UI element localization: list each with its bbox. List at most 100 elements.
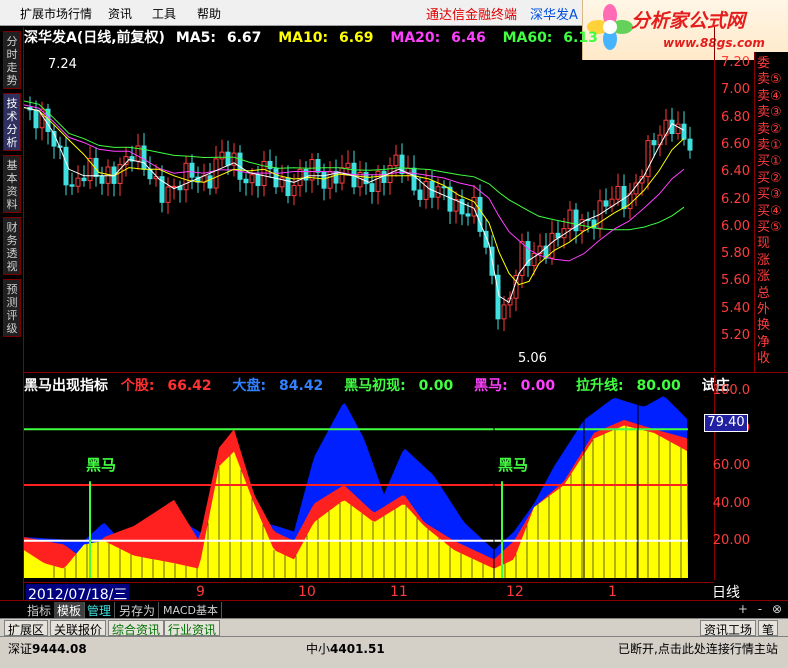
candle-body [33, 109, 39, 129]
indicator-lift-value: 80.00 [636, 378, 681, 394]
indicator-tick-label: 60.00 [712, 458, 750, 473]
tab-extended[interactable]: 扩展区 [4, 620, 49, 637]
zoom-controls: + - ⊗ [738, 602, 788, 616]
candle-body [171, 185, 177, 188]
tab-intraday[interactable]: 分时走势 [3, 31, 21, 89]
tab-forecast[interactable]: 预测评级 [3, 279, 21, 337]
price-axis: 7.20 7.00 6.80 6.60 6.40 6.20 6.00 5.80 5.60 5.40… [714, 27, 754, 372]
candle-body [465, 213, 471, 217]
tab-industry-news[interactable]: 行业资讯 [164, 620, 221, 637]
candle-body [207, 175, 213, 189]
sme-index-value: 4401.51 [330, 642, 385, 656]
tab-macd-basic[interactable]: MACD基本 [160, 602, 222, 618]
tab-fundamental[interactable]: 基本资料 [3, 155, 21, 213]
candle-body [183, 162, 189, 191]
candle-body [393, 154, 399, 167]
ma10-readout: MA10: 6.69 [278, 30, 379, 46]
candle-body [423, 180, 429, 200]
indicator-name: 黑马出现指标 [24, 378, 108, 394]
candle-body [603, 200, 609, 207]
candle-body [681, 123, 687, 140]
indicator-axis: 100.080.0060.0040.0020.00 [712, 375, 754, 580]
month-label: 10 [298, 584, 316, 600]
ma20-value: 6.46 [451, 30, 486, 46]
candle-body [339, 167, 345, 184]
connection-status[interactable]: 已断开,点击此处连接行情主站 [618, 640, 778, 656]
candlestick-plot [24, 96, 693, 331]
candle-body [501, 304, 507, 320]
indicator-plot: 黑马 黑马 [24, 392, 688, 578]
candle-body [315, 159, 321, 173]
period-label[interactable]: 日线 [712, 582, 740, 602]
tab-manage[interactable]: 管理 [84, 602, 116, 618]
candle-body [321, 171, 327, 189]
sme-index[interactable]: 中小4401.51 [306, 640, 385, 656]
candle-body [219, 151, 225, 160]
current-date: 2012/07/18/三 [26, 584, 130, 603]
price-tick-label: 5.40 [721, 300, 750, 316]
chart-mode: (日线,前复权) [76, 30, 165, 46]
zoom-out-button[interactable]: - [758, 602, 762, 616]
candle-body [459, 199, 465, 215]
indicator-chart[interactable]: 黑马 黑马 [24, 375, 714, 580]
menu-help[interactable]: 帮助 [197, 5, 221, 22]
candle-body [549, 232, 555, 259]
sz-index[interactable]: 深证9444.08 [8, 640, 87, 656]
menu-extended-market[interactable]: 扩展市场行情 [20, 5, 92, 22]
price-tick-label: 7.00 [721, 82, 750, 98]
zoom-in-button[interactable]: + [738, 602, 748, 616]
candlestick-chart[interactable]: 深华发A(日线,前复权) MA5: 6.67 MA10: 6.69 MA20: … [24, 27, 714, 372]
price-tick-label: 6.60 [721, 136, 750, 152]
tab-template[interactable]: 模板 [54, 602, 86, 618]
sme-index-label: 中小 [306, 642, 331, 656]
ma60-label: MA60: [502, 30, 553, 46]
price-tick-label: 7.20 [721, 55, 750, 70]
ma10-value: 6.69 [338, 30, 374, 46]
app-title: 通达信金融终端 [426, 8, 518, 23]
high-price-marker: 7.24 [48, 57, 77, 72]
indicator-darkhorse: 黑马: 0.00 [474, 378, 563, 394]
candle-body [249, 174, 255, 184]
candle-body [69, 184, 75, 187]
indicator-tick-label: 100.0 [712, 383, 750, 398]
indicator-lift-label: 拉升线: [576, 378, 624, 394]
price-tick-label: 5.20 [721, 328, 750, 343]
ma5-readout: MA5: 6.67 [176, 30, 268, 46]
candle-body [531, 253, 537, 266]
menu-info[interactable]: 资讯 [108, 5, 132, 22]
menu-tools[interactable]: 工具 [152, 5, 176, 22]
candle-body [615, 185, 621, 200]
indicator-current-value: 79.40 [704, 414, 748, 432]
close-icon[interactable]: ⊗ [772, 602, 782, 616]
tab-technical[interactable]: 技术分析 [3, 93, 21, 151]
candle-body [213, 158, 219, 189]
indicator-darkhorse-label: 黑马: [474, 378, 508, 394]
candle-body [675, 123, 681, 135]
ma20-label: MA20: [390, 30, 441, 46]
stock-title: 深华发A [530, 8, 578, 23]
ma10-label: MA10: [278, 30, 329, 46]
tab-related-quotes[interactable]: 关联报价 [50, 620, 107, 637]
candle-body [411, 167, 417, 191]
indicator-first-value: 0.00 [418, 378, 454, 394]
pen-icon[interactable]: 笔 [758, 620, 779, 637]
candle-body [309, 159, 315, 181]
candle-body [369, 183, 375, 192]
candle-body [291, 185, 297, 197]
indicator-stock: 个股: 66.42 [121, 378, 220, 394]
sz-index-value: 9444.08 [32, 642, 87, 656]
tab-indicator[interactable]: 指标 [24, 602, 56, 618]
tab-financial[interactable]: 财务透视 [3, 217, 21, 275]
candle-body [225, 151, 231, 166]
indicator-stock-value: 66.42 [167, 378, 212, 394]
indicator-tick-label: 40.00 [712, 495, 750, 511]
tab-save-as[interactable]: 另存为 [116, 602, 160, 618]
tab-general-news[interactable]: 综合资讯 [108, 620, 165, 637]
indicator-lift-line: 拉升线: 80.00 [576, 378, 689, 394]
month-label: 1 [608, 584, 617, 600]
candle-body [663, 119, 669, 136]
info-tab-bar: 扩展区 关联报价 综合资讯 行业资讯 资讯工场 笔 [0, 618, 788, 637]
price-tick-label: 6.00 [721, 218, 750, 234]
ma5-value: 6.67 [226, 30, 262, 46]
tab-news-workshop[interactable]: 资讯工场 [700, 620, 757, 637]
